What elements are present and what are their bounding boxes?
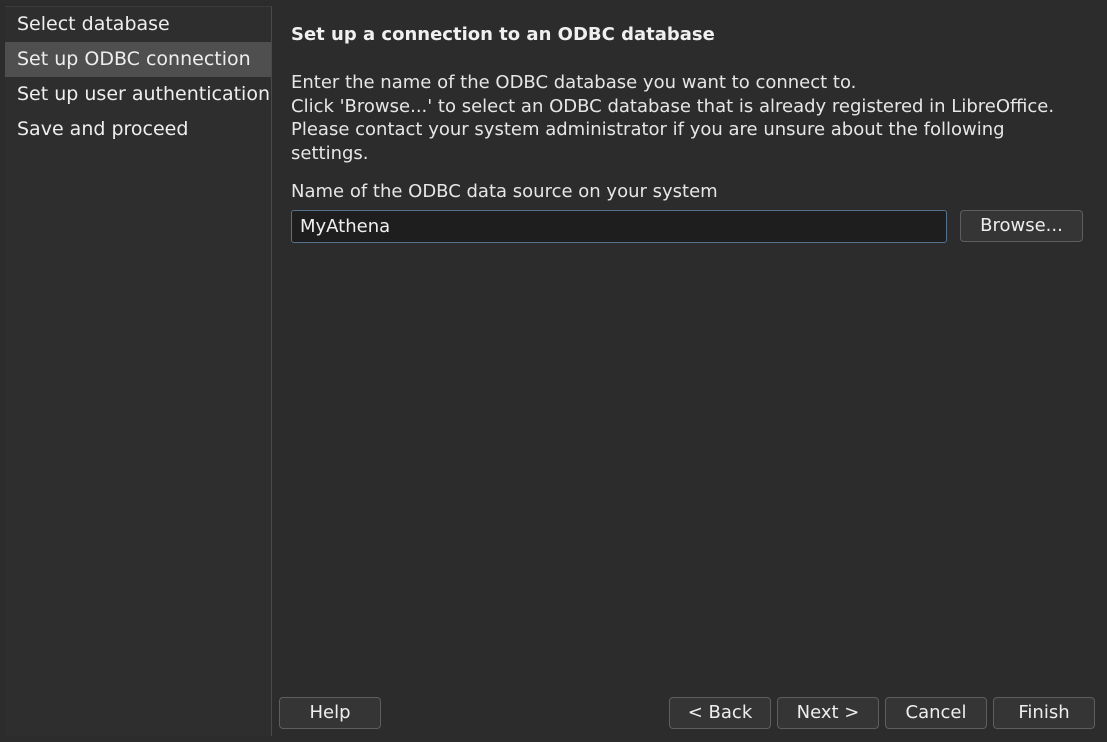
datasource-field-label: Name of the ODBC data source on your sys… <box>291 181 718 202</box>
browse-button[interactable]: Browse... <box>960 210 1083 242</box>
next-button[interactable]: Next > <box>777 697 879 729</box>
page-title: Set up a connection to an ODBC database <box>291 24 715 45</box>
description-line: Enter the name of the ODBC database you … <box>291 72 857 93</box>
description-line: Click 'Browse...' to select an ODBC data… <box>291 95 1055 117</box>
description-line: Please contact your system administrator… <box>291 119 1005 164</box>
help-button[interactable]: Help <box>279 697 381 729</box>
sidebar-item-select-database[interactable]: Select database <box>5 7 271 42</box>
cancel-button[interactable]: Cancel <box>885 697 987 729</box>
back-button[interactable]: < Back <box>669 697 771 729</box>
finish-button[interactable]: Finish <box>993 697 1095 729</box>
sidebar-item-odbc-connection[interactable]: Set up ODBC connection <box>5 42 271 77</box>
description-text: Enter the name of the ODBC database you … <box>291 71 1081 165</box>
sidebar-item-user-authentication[interactable]: Set up user authentication <box>5 77 271 112</box>
datasource-name-input[interactable] <box>291 210 947 243</box>
wizard-steps-sidebar: Select database Set up ODBC connection S… <box>5 6 272 736</box>
sidebar-item-save-and-proceed[interactable]: Save and proceed <box>5 112 271 147</box>
